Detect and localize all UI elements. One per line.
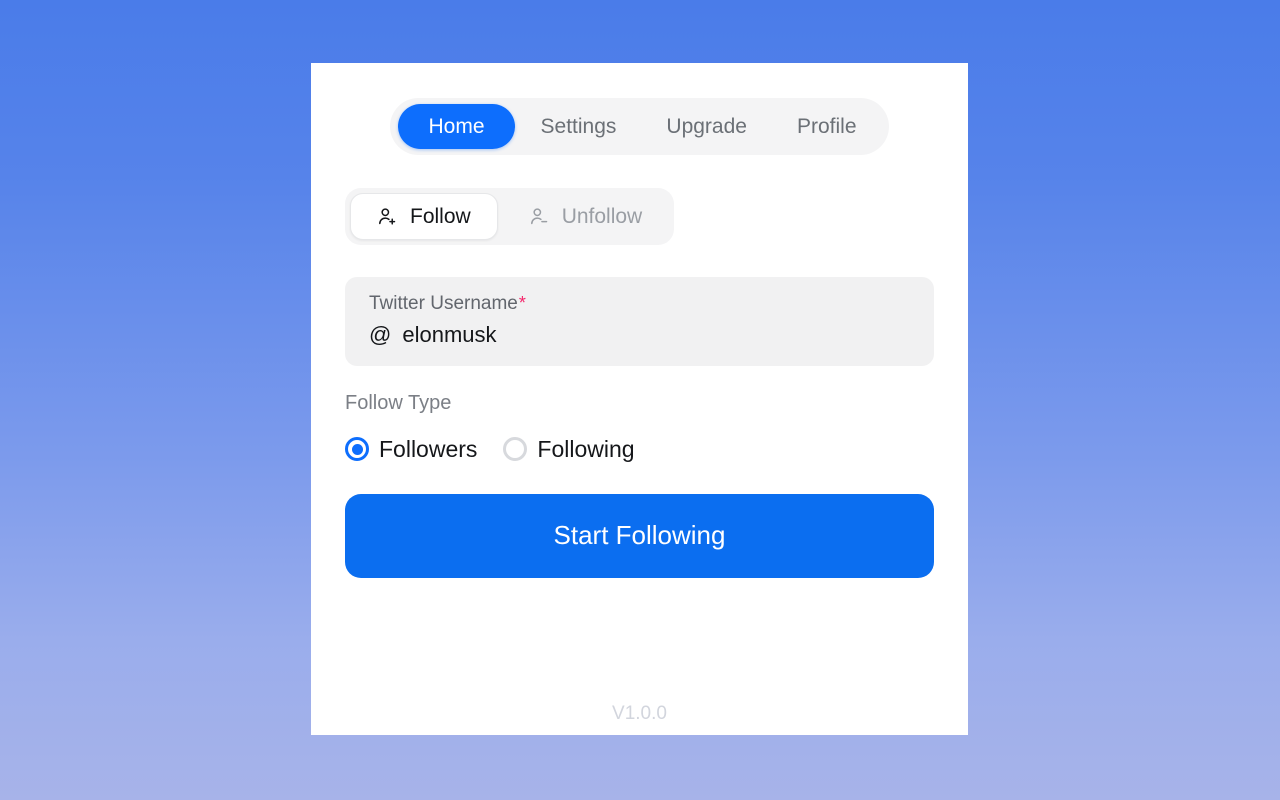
follow-type-radio-group: Followers Following xyxy=(345,436,635,463)
radio-following-indicator xyxy=(503,437,528,462)
start-following-button[interactable]: Start Following xyxy=(345,493,934,578)
twitter-username-input[interactable] xyxy=(402,321,910,348)
radio-followers-dot xyxy=(351,443,363,455)
tab-upgrade[interactable]: Upgrade xyxy=(642,106,771,147)
segment-follow[interactable]: Follow xyxy=(350,193,498,240)
at-symbol-prefix: @ xyxy=(369,321,392,347)
segment-unfollow-label: Unfollow xyxy=(561,205,643,228)
radio-followers-label: Followers xyxy=(379,435,478,462)
radio-option-followers[interactable]: Followers xyxy=(345,436,477,463)
segment-unfollow[interactable]: Unfollow xyxy=(502,193,670,240)
tab-home[interactable]: Home xyxy=(398,104,515,149)
radio-option-following[interactable]: Following xyxy=(503,435,635,463)
twitter-username-label: Twitter Username xyxy=(369,293,518,314)
app-window: Home Settings Upgrade Profile Follow Unf… xyxy=(311,63,968,735)
segment-follow-label: Follow xyxy=(410,205,471,228)
radio-followers-indicator xyxy=(345,437,369,462)
follow-type-label: Follow Type xyxy=(345,391,452,414)
required-asterisk: * xyxy=(518,293,526,313)
twitter-username-label-row: Twitter Username* xyxy=(369,293,910,316)
radio-following-label: Following xyxy=(537,435,635,462)
app-version-label: V1.0.0 xyxy=(612,703,667,724)
user-plus-icon xyxy=(377,206,398,227)
user-minus-icon xyxy=(529,206,550,227)
tab-settings[interactable]: Settings xyxy=(517,106,641,147)
main-tab-bar: Home Settings Upgrade Profile xyxy=(390,98,889,155)
mode-segmented-control: Follow Unfollow xyxy=(345,188,675,245)
twitter-username-field[interactable]: Twitter Username* @ xyxy=(345,277,934,366)
twitter-username-input-row: @ xyxy=(369,321,910,348)
radio-following-dot xyxy=(510,444,521,455)
tab-profile[interactable]: Profile xyxy=(773,106,881,147)
